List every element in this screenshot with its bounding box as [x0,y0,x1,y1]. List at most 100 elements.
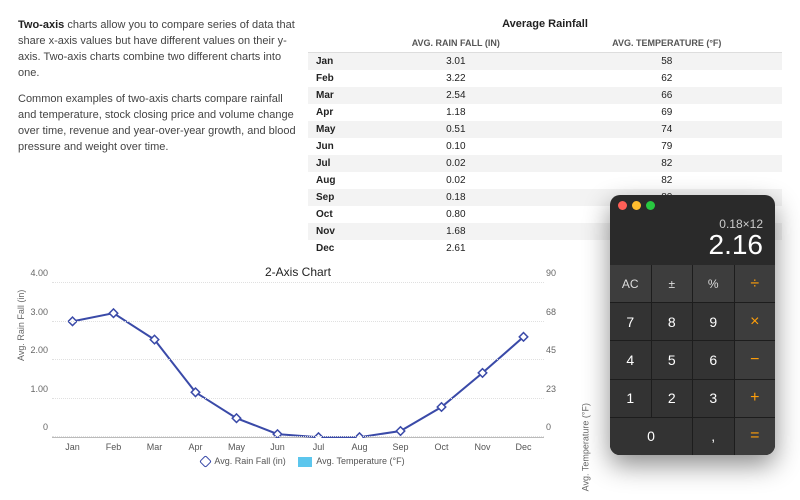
x-tick: Dec [503,442,544,452]
key-0[interactable]: 0 [610,418,692,455]
key-add[interactable]: + [735,380,776,417]
cell-rain: 0.18 [360,189,552,206]
key-8[interactable]: 8 [652,303,693,340]
cell-rain: 2.61 [360,240,552,257]
table-title: Average Rainfall [308,18,782,30]
cell-month: Jun [308,138,360,155]
cell-rain: 0.80 [360,206,552,223]
cell-temp: 58 [552,53,782,71]
table-row: Jul0.0282 [308,155,782,172]
two-axis-chart: 2-Axis Chart Avg. Rain Fall (in) Avg. Te… [18,265,578,475]
table-row: Aug0.0282 [308,172,782,189]
legend-marker-bar-icon [298,457,312,467]
cell-rain: 3.01 [360,53,552,71]
key-5[interactable]: 5 [652,341,693,378]
yL-tick: 0 [22,422,48,432]
cell-temp: 69 [552,104,782,121]
key-6[interactable]: 6 [693,341,734,378]
key-divide[interactable]: ÷ [735,265,776,302]
table-row: Mar2.5466 [308,87,782,104]
col-temp: AVG. TEMPERATURE (°F) [552,34,782,53]
two-axis-description: Two-axis charts allow you to compare ser… [18,18,308,257]
cell-month: Nov [308,223,360,240]
calculator-display: 0.18×12 2.16 [610,215,775,265]
minimize-icon[interactable] [632,201,641,210]
key-2[interactable]: 2 [652,380,693,417]
chart-title: 2-Axis Chart [18,265,578,279]
cell-month: Aug [308,172,360,189]
table-row: Apr1.1869 [308,104,782,121]
cell-month: Oct [308,206,360,223]
key-multiply[interactable]: × [735,303,776,340]
yL-tick: 2.00 [22,345,48,355]
key-percent[interactable]: % [693,265,734,302]
key-3[interactable]: 3 [693,380,734,417]
x-tick: Jul [298,442,339,452]
zoom-icon[interactable] [646,201,655,210]
col-rain: AVG. RAIN FALL (IN) [360,34,552,53]
cell-rain: 0.51 [360,121,552,138]
x-tick: Sep [380,442,421,452]
calculator-keypad: AC ± % ÷ 7 8 9 × 4 5 6 − 1 2 3 + 0 , = [610,265,775,455]
key-ac[interactable]: AC [610,265,651,302]
key-1[interactable]: 1 [610,380,651,417]
cell-month: Sep [308,189,360,206]
yL-tick: 4.00 [22,268,48,278]
cell-rain: 0.10 [360,138,552,155]
x-tick: Mar [134,442,175,452]
chart-legend: Avg. Rain Fall (in) Avg. Temperature (°F… [18,456,578,467]
yR-tick: 23 [546,384,568,394]
table-row: Feb3.2262 [308,70,782,87]
table-row: Jan3.0158 [308,53,782,71]
cell-rain: 0.02 [360,155,552,172]
lead-word: Two-axis [18,19,64,31]
close-icon[interactable] [618,201,627,210]
table-row: May0.5174 [308,121,782,138]
key-9[interactable]: 9 [693,303,734,340]
col-month [308,34,360,53]
yR-tick: 68 [546,307,568,317]
key-subtract[interactable]: − [735,341,776,378]
x-tick: Aug [339,442,380,452]
calc-result: 2.16 [610,231,763,259]
cell-temp: 82 [552,172,782,189]
cell-month: Apr [308,104,360,121]
x-tick: Jun [257,442,298,452]
cell-month: Mar [308,87,360,104]
cell-month: Dec [308,240,360,257]
cell-temp: 66 [552,87,782,104]
cell-temp: 79 [552,138,782,155]
x-tick: Oct [421,442,462,452]
legend-marker-line-icon [200,455,213,468]
x-tick: Feb [93,442,134,452]
x-tick: Apr [175,442,216,452]
cell-rain: 1.18 [360,104,552,121]
window-titlebar[interactable] [610,195,775,215]
x-tick: Jan [52,442,93,452]
key-plusminus[interactable]: ± [652,265,693,302]
x-tick: May [216,442,257,452]
key-7[interactable]: 7 [610,303,651,340]
cell-rain: 3.22 [360,70,552,87]
cell-month: Jul [308,155,360,172]
cell-temp: 74 [552,121,782,138]
calculator-window[interactable]: 0.18×12 2.16 AC ± % ÷ 7 8 9 × 4 5 6 − 1 … [610,195,775,455]
yR-tick: 0 [546,422,568,432]
key-equals[interactable]: = [735,418,776,455]
yL-tick: 3.00 [22,307,48,317]
cell-temp: 82 [552,155,782,172]
cell-month: Feb [308,70,360,87]
cell-rain: 1.68 [360,223,552,240]
key-4[interactable]: 4 [610,341,651,378]
cell-rain: 2.54 [360,87,552,104]
cell-month: May [308,121,360,138]
yL-tick: 1.00 [22,384,48,394]
key-decimal[interactable]: , [693,418,734,455]
cell-temp: 62 [552,70,782,87]
table-row: Jun0.1079 [308,138,782,155]
cell-month: Jan [308,53,360,71]
cell-rain: 0.02 [360,172,552,189]
yR-tick: 45 [546,345,568,355]
yR-tick: 90 [546,268,568,278]
y-right-axis-label: Avg. Temperature (°F) [580,403,590,491]
